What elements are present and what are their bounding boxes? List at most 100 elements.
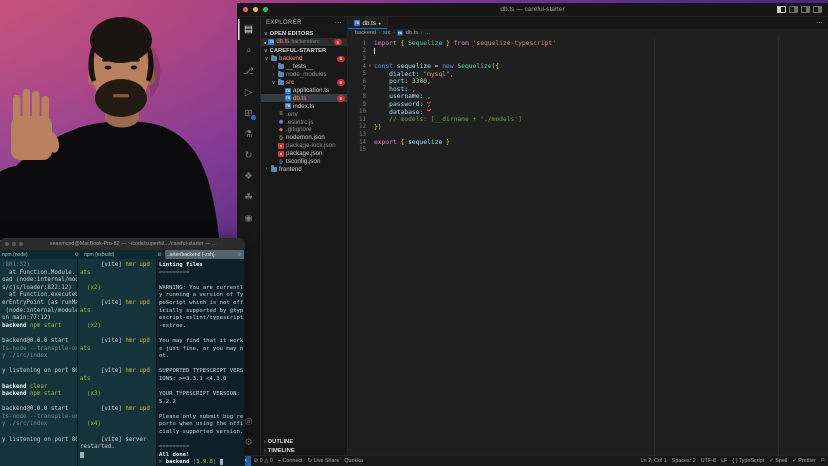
terminal-titlebar[interactable]: seanmced@MacBook-Pro-82 — ~/code/superhi… [0, 238, 245, 250]
tree-item-db-ts[interactable]: TSdb.ts6 [261, 94, 347, 102]
close-window-button[interactable] [5, 242, 9, 246]
search-icon[interactable]: ⌕ [238, 40, 260, 61]
status-spell[interactable]: ✓ Spell [767, 458, 790, 464]
error-count-badge: 6 [337, 95, 346, 102]
minimize-window-button[interactable] [253, 7, 258, 12]
editor-actions-icon[interactable]: ⋯ [816, 19, 828, 27]
terminal-line: ports when using the offi [159, 421, 242, 429]
open-editor-item[interactable]: ●TSdb.tsbackend/src6 [261, 38, 347, 46]
source-control-icon[interactable]: ⎇ [238, 61, 260, 82]
fold-chevron-icon[interactable]: ∨ [366, 64, 374, 69]
tree-item-package-lock-json[interactable]: npackage-lock.json [261, 142, 347, 150]
terminal-pane-npm-esbuild[interactable]: [vite] hmr updats (x2) [vite] hmr updats… [78, 259, 157, 466]
status-encoding[interactable]: UTF-8 [698, 458, 718, 464]
code-text: username: , [374, 93, 431, 100]
tree-item-src[interactable]: ∨src6 [261, 79, 347, 87]
tree-item-package-json[interactable]: npackage.json [261, 150, 347, 158]
ts-file-icon: TS [354, 20, 360, 26]
terminal-line [80, 384, 154, 392]
explorer-icon[interactable]: ▤ [238, 19, 260, 40]
line-number: 10 [348, 109, 366, 115]
error-count-badge: 6 [337, 79, 346, 86]
tree-item-application-ts[interactable]: TSapplication.ts [261, 87, 347, 95]
vscode-titlebar[interactable]: db.ts — careful-starter [237, 3, 828, 17]
terminal-tab-backend-zsh[interactable]: ..arter/backend (-zsh)⚙ [165, 250, 245, 259]
error-count-badge: 6 [337, 56, 346, 63]
terminal-line [159, 361, 242, 369]
status-quokka[interactable]: Quokka [342, 458, 366, 464]
code-line: 4∨const sequelize = new Sequelize({ [348, 63, 828, 71]
timeline-section[interactable]: › TIMELINE [261, 446, 347, 455]
maximize-window-button[interactable] [19, 242, 23, 246]
extensions-badge [250, 114, 257, 121]
tree-label: index.ts [293, 103, 314, 110]
code-editor[interactable]: 1import { Sequelize } from 'sequelize-ty… [348, 37, 828, 455]
tree-item-backend[interactable]: ∨backend6 [261, 55, 347, 63]
tree-label: db.ts [293, 95, 306, 102]
gear-icon[interactable]: ⚙ [158, 252, 162, 258]
live-share-icon[interactable]: ↻ [238, 145, 260, 166]
breadcrumb-item[interactable]: … [425, 30, 431, 36]
tab-db-ts[interactable]: TS db.ts ● [348, 17, 388, 29]
tree-item--eslintrc-js[interactable]: ◉.eslintrc.js [261, 118, 347, 126]
terminal-tab-npm-node[interactable]: npm (node)⚙ [0, 250, 82, 259]
toggle-secondary-sidebar-icon[interactable] [801, 6, 810, 14]
breadcrumb-item[interactable]: src [383, 30, 390, 36]
status-notifications[interactable]: ⚐ [818, 458, 828, 464]
chevron-down-icon: ∨ [264, 56, 269, 62]
tree-item-node-modules[interactable]: ›node_modules [261, 71, 347, 79]
minimize-window-button[interactable] [12, 242, 16, 246]
tree-label: node_modules [286, 71, 327, 78]
breadcrumb-item[interactable]: db.ts [406, 30, 418, 36]
run-debug-icon[interactable]: ▷ [238, 82, 260, 103]
breadcrumb-item[interactable]: backend [355, 30, 376, 36]
line-number: 15 [348, 147, 366, 153]
tree-item-tsconfig-json[interactable]: {}tsconfig.json [261, 158, 347, 166]
extensions-icon[interactable]: ⊞ [238, 103, 260, 124]
more-actions-icon[interactable]: ⋯ [335, 19, 342, 27]
git-icon: ◆ [278, 127, 284, 133]
gear-icon[interactable]: ⚙ [75, 252, 79, 258]
terminal-pane-npm-node[interactable]: :801:32) at Function.Module._load (node:… [0, 259, 78, 466]
docker-icon[interactable]: ❖ [238, 166, 260, 187]
customize-layout-icon[interactable] [813, 6, 822, 14]
terminal-line: backend clear [2, 384, 75, 392]
terminal-line [159, 277, 242, 285]
mongodb-icon[interactable]: ☘ [238, 187, 260, 208]
workspace-section[interactable]: ∨ CAREFUL-STARTER [261, 46, 347, 55]
toggle-primary-sidebar-icon[interactable] [777, 6, 786, 14]
status-language-mode[interactable]: { } TypeScript [730, 458, 767, 464]
toggle-panel-icon[interactable] [789, 6, 798, 14]
terminal-line: SUPPORTED TYPESCRIPT VERS [159, 368, 242, 376]
terminal-line: escript-eslint/typescript [159, 315, 242, 323]
status-connect[interactable]: ⌁ Connect [275, 458, 305, 464]
status-live-share[interactable]: ↻ Live Share [305, 458, 342, 464]
terminal-line: restarted. [80, 444, 154, 452]
close-window-button[interactable] [243, 7, 248, 12]
tree-item-index-ts[interactable]: TSindex.ts [261, 102, 347, 110]
terminal-line [80, 315, 154, 323]
tree-item-nodemon-json[interactable]: {}nodemon.json [261, 134, 347, 142]
maximize-window-button[interactable] [263, 7, 268, 12]
status-cursor-position[interactable]: Ln 2, Col 1 [638, 458, 669, 464]
gear-icon[interactable]: ⚙ [238, 252, 242, 258]
testing-icon[interactable]: ⚗ [238, 124, 260, 145]
npm-scripts-icon[interactable]: ◉ [238, 208, 260, 229]
tree-item--env[interactable]: ≡.env [261, 110, 347, 118]
outline-section[interactable]: › OUTLINE [261, 437, 347, 446]
status-indentation[interactable]: Spaces: 2 [669, 458, 698, 464]
status-prettier[interactable]: ✓ Prettier [790, 458, 818, 464]
modified-dot-icon[interactable]: ● [378, 21, 381, 26]
status-eol[interactable]: LF [718, 458, 729, 464]
breadcrumb-separator: › [379, 30, 381, 36]
tree-item--gitignore[interactable]: ◆.gitignore [261, 126, 347, 134]
terminal-pane-backend-zsh[interactable]: Linting files=========WARNING: You are c… [157, 259, 245, 466]
tree-item--tests-[interactable]: ›__tests__ [261, 63, 347, 71]
terminal-line [159, 406, 242, 414]
tree-item-frontend[interactable]: ›frontend [261, 165, 347, 173]
terminal-tab-npm-esbuild[interactable]: npm (esbuild)⚙ [82, 250, 165, 259]
status-problems[interactable]: ⊘ 0 △ 0 [251, 458, 275, 464]
terminal-line: :801:32) [2, 262, 75, 270]
terminal-window-title: seanmced@MacBook-Pro-82 — ~/code/superhi… [27, 241, 240, 247]
open-editors-section[interactable]: ∨ OPEN EDITORS [261, 29, 347, 38]
